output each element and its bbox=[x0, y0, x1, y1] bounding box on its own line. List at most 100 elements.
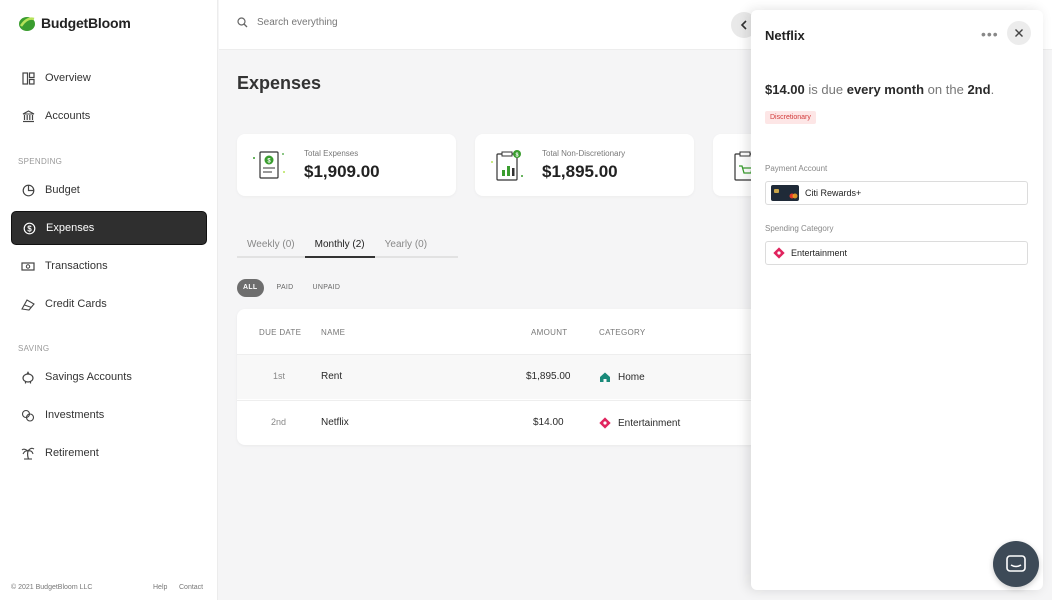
expenses-icon: $ bbox=[21, 220, 37, 236]
sidebar-item-label: Retirement bbox=[45, 447, 99, 459]
sidebar-item-accounts[interactable]: Accounts bbox=[11, 99, 207, 133]
due-date-cell: 2nd bbox=[271, 417, 287, 427]
filter-all[interactable]: ALL bbox=[237, 279, 264, 297]
search-bar[interactable]: Search everything bbox=[237, 17, 338, 28]
sidebar-item-label: Investments bbox=[45, 409, 105, 421]
help-link[interactable]: Help bbox=[153, 584, 167, 591]
spending-category-value: Entertainment bbox=[791, 248, 848, 258]
table-row[interactable]: 1st Rent $1,895.00 Home bbox=[237, 354, 777, 399]
ticket-icon bbox=[599, 417, 611, 429]
filter-unpaid[interactable]: UNPAID bbox=[307, 279, 347, 297]
category-label: Entertainment bbox=[618, 417, 681, 429]
column-header-name[interactable]: NAME bbox=[321, 328, 345, 337]
column-header-amount[interactable]: AMOUNT bbox=[531, 328, 567, 337]
expenses-table: DUE DATE NAME AMOUNT CATEGORY 1st Rent $… bbox=[237, 309, 777, 445]
leaf-logo-icon bbox=[19, 17, 35, 31]
tab-monthly[interactable]: Monthly (2) bbox=[304, 235, 375, 258]
piggy-bank-icon bbox=[20, 369, 36, 385]
frequency-tabs: Weekly (0) Monthly (2) Yearly (0) bbox=[237, 235, 458, 258]
spending-category-label: Spending Category bbox=[765, 224, 834, 233]
name-cell: Rent bbox=[321, 371, 343, 382]
transactions-icon bbox=[20, 258, 36, 274]
sidebar-item-overview[interactable]: Overview bbox=[11, 61, 207, 95]
payment-account-field[interactable]: Citi Rewards+ bbox=[765, 181, 1028, 205]
category-label: Home bbox=[618, 371, 645, 383]
category-cell: Home bbox=[599, 371, 645, 383]
due-amount: $14.00 bbox=[765, 82, 805, 97]
sidebar-item-label: Budget bbox=[45, 184, 80, 196]
app-name: BudgetBloom bbox=[41, 15, 131, 31]
discretionary-badge: Discretionary bbox=[765, 111, 816, 124]
sidebar: BudgetBloom Overview Accounts SPENDING B… bbox=[0, 0, 218, 600]
filter-paid[interactable]: PAID bbox=[271, 279, 300, 297]
category-cell: Entertainment bbox=[599, 417, 680, 429]
chat-support-button[interactable] bbox=[993, 541, 1039, 587]
payment-account-value: Citi Rewards+ bbox=[805, 188, 862, 198]
section-label-spending: SPENDING bbox=[18, 157, 63, 166]
expense-detail-panel: Netflix ••• $14.00 is due every month on… bbox=[751, 10, 1043, 590]
tab-yearly[interactable]: Yearly (0) bbox=[375, 235, 437, 258]
amount-cell: $1,895.00 bbox=[526, 371, 571, 382]
section-label-saving: SAVING bbox=[18, 344, 50, 353]
app-logo[interactable]: BudgetBloom bbox=[18, 14, 131, 32]
due-day: 2nd bbox=[967, 82, 991, 97]
svg-text:$: $ bbox=[27, 224, 32, 233]
chat-icon bbox=[1006, 555, 1026, 572]
column-header-category[interactable]: CATEGORY bbox=[599, 328, 646, 337]
svg-text:$: $ bbox=[515, 152, 518, 158]
sidebar-item-label: Overview bbox=[45, 72, 91, 84]
due-text: is due bbox=[808, 82, 844, 97]
budget-icon bbox=[20, 182, 36, 198]
spending-category-field[interactable]: Entertainment bbox=[765, 241, 1028, 265]
search-icon bbox=[237, 17, 248, 28]
dashboard-icon bbox=[20, 70, 36, 86]
payment-account-label: Payment Account bbox=[765, 164, 828, 173]
card-value: $1,895.00 bbox=[542, 162, 618, 181]
sidebar-item-label: Accounts bbox=[45, 110, 91, 122]
palm-tree-icon bbox=[20, 445, 36, 461]
sidebar-item-label: Transactions bbox=[45, 260, 108, 272]
credit-card-icon bbox=[20, 296, 36, 312]
chevron-left-icon bbox=[740, 20, 747, 30]
sidebar-item-transactions[interactable]: Transactions bbox=[11, 249, 207, 283]
summary-card-total-non-discretionary: $ Total Non-Discretionary $1,895.00 bbox=[475, 134, 694, 196]
name-cell: Netflix bbox=[321, 417, 349, 428]
bank-icon bbox=[20, 108, 36, 124]
sidebar-item-retirement[interactable]: Retirement bbox=[11, 436, 207, 470]
ticket-icon bbox=[773, 247, 785, 259]
status-filters: ALL PAID UNPAID bbox=[237, 279, 346, 297]
receipt-icon: $ bbox=[253, 151, 285, 179]
card-label: Total Expenses bbox=[304, 149, 359, 158]
summary-card-total-expenses: $ Total Expenses $1,909.00 bbox=[237, 134, 456, 196]
close-button[interactable] bbox=[1007, 21, 1031, 45]
due-summary: $14.00 is due every month on the 2nd. bbox=[765, 82, 995, 97]
sidebar-item-savings-accounts[interactable]: Savings Accounts bbox=[11, 360, 207, 394]
due-text-on: on the bbox=[927, 82, 964, 97]
close-icon bbox=[1015, 29, 1023, 37]
page-title: Expenses bbox=[237, 73, 322, 93]
card-value: $1,909.00 bbox=[304, 162, 380, 181]
copyright-text: © 2021 BudgetBloom LLC bbox=[11, 584, 93, 591]
sidebar-item-label: Credit Cards bbox=[45, 298, 107, 310]
sidebar-item-label: Savings Accounts bbox=[45, 371, 132, 383]
more-options-icon[interactable]: ••• bbox=[981, 26, 999, 42]
home-icon bbox=[600, 372, 610, 382]
table-row[interactable]: 2nd Netflix $14.00 Entertainment bbox=[237, 400, 777, 445]
search-input[interactable]: Search everything bbox=[257, 17, 338, 28]
amount-cell: $14.00 bbox=[533, 417, 564, 428]
sidebar-item-investments[interactable]: Investments bbox=[11, 398, 207, 432]
sidebar-item-expenses[interactable]: $ Expenses bbox=[11, 211, 207, 245]
contact-link[interactable]: Contact bbox=[179, 584, 203, 591]
sidebar-item-budget[interactable]: Budget bbox=[11, 173, 207, 207]
credit-card-thumbnail-icon bbox=[771, 185, 799, 201]
investments-icon bbox=[20, 407, 36, 423]
tab-weekly[interactable]: Weekly (0) bbox=[237, 235, 305, 258]
card-label: Total Non-Discretionary bbox=[542, 149, 626, 158]
clipboard-chart-icon: $ bbox=[491, 150, 523, 181]
panel-title: Netflix bbox=[765, 28, 805, 43]
sidebar-item-credit-cards[interactable]: Credit Cards bbox=[11, 287, 207, 321]
due-date-cell: 1st bbox=[273, 371, 286, 381]
due-frequency: every month bbox=[846, 82, 925, 97]
column-header-due-date[interactable]: DUE DATE bbox=[259, 328, 301, 337]
sidebar-item-label: Expenses bbox=[46, 222, 95, 234]
